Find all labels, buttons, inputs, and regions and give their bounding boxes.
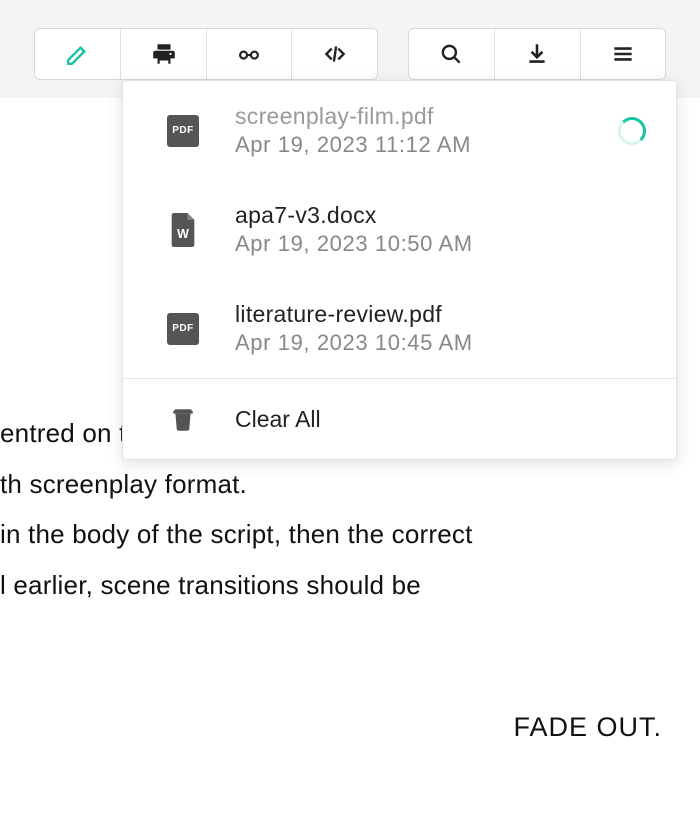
search-icon [438,41,464,67]
download-info: literature-review.pdf Apr 19, 2023 10:45… [235,301,652,356]
search-button[interactable] [409,29,494,79]
downloads-panel: PDF screenplay-film.pdf Apr 19, 2023 11:… [122,80,677,460]
download-name: literature-review.pdf [235,301,652,328]
doc-line: l earlier, scene transitions should be [0,560,670,611]
download-name: screenplay-film.pdf [235,103,584,130]
docx-icon: W [165,213,201,247]
glasses-icon [236,41,262,67]
clear-all-button[interactable]: Clear All [123,379,676,459]
hamburger-icon [610,41,636,67]
toolbar [0,0,700,80]
download-info: apa7-v3.docx Apr 19, 2023 10:50 AM [235,202,652,257]
pdf-icon: PDF [165,313,201,345]
doc-fadeout: FADE OUT. [0,701,670,754]
printer-icon [151,41,177,67]
pencil-icon [65,41,91,67]
edit-button[interactable] [35,29,120,79]
download-item[interactable]: PDF literature-review.pdf Apr 19, 2023 1… [123,279,676,378]
download-item[interactable]: W apa7-v3.docx Apr 19, 2023 10:50 AM [123,180,676,279]
print-button[interactable] [120,29,205,79]
toolbar-group-left [34,28,378,80]
clear-all-label: Clear All [235,406,321,433]
download-name: apa7-v3.docx [235,202,652,229]
download-info: screenplay-film.pdf Apr 19, 2023 11:12 A… [235,103,584,158]
download-date: Apr 19, 2023 10:50 AM [235,231,652,257]
download-date: Apr 19, 2023 11:12 AM [235,132,584,158]
pdf-icon: PDF [165,115,201,147]
loading-spinner-icon [618,117,646,145]
menu-button[interactable] [580,29,665,79]
toolbar-group-right [408,28,666,80]
svg-text:W: W [177,226,189,240]
trash-icon [165,405,201,433]
download-button[interactable] [494,29,579,79]
download-icon [524,41,550,67]
code-button[interactable] [291,29,376,79]
doc-line: in the body of the script, then the corr… [0,509,670,560]
download-item[interactable]: PDF screenplay-film.pdf Apr 19, 2023 11:… [123,81,676,180]
download-date: Apr 19, 2023 10:45 AM [235,330,652,356]
doc-line: th screenplay format. [0,459,670,510]
code-icon [322,41,348,67]
reader-button[interactable] [206,29,291,79]
